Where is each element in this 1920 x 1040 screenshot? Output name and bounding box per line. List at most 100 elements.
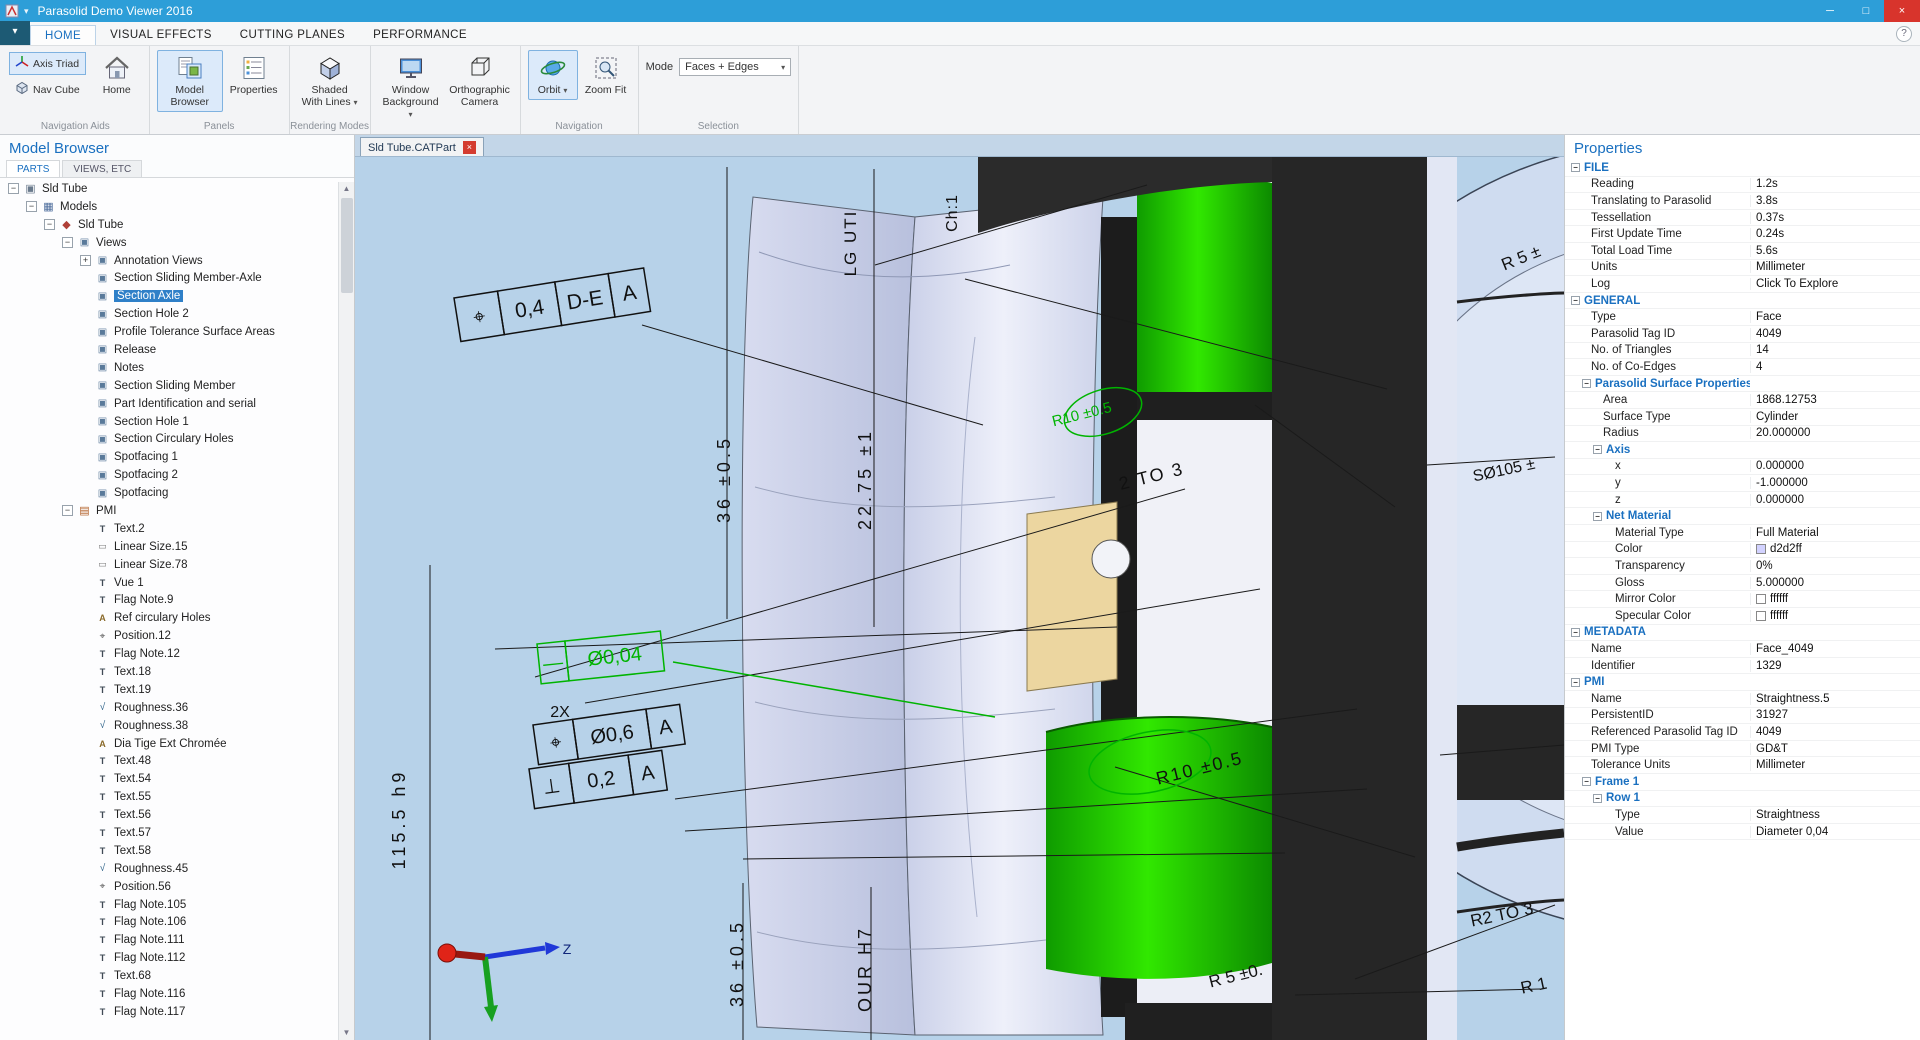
viewport-3d[interactable]: Sld Tube.CATPart × [355,135,1564,1040]
highlighted-face-green-top[interactable] [1137,177,1272,392]
tree-item-flag-note-106[interactable]: TFlag Note.106 [4,914,338,932]
browser-tab-views-etc[interactable]: VIEWS, ETC [62,160,142,177]
tree-item-flag-note-112[interactable]: TFlag Note.112 [4,949,338,967]
property-row-parasolid-tag-id[interactable]: Parasolid Tag ID4049 [1565,326,1920,343]
property-row-mirror-color[interactable]: Mirror Colorffffff [1565,591,1920,608]
orthographic-camera-button[interactable]: Orthographic Camera [447,50,513,112]
axis-triad-button[interactable]: Axis Triad [9,52,86,75]
tree-item-flag-note-116[interactable]: TFlag Note.116 [4,985,338,1003]
close-button[interactable]: × [1884,0,1920,22]
property-row-type[interactable]: TypeFace [1565,309,1920,326]
orbit-button[interactable]: Orbit ▾ [528,50,578,100]
scrollbar-thumb[interactable] [341,198,353,293]
expander-minus-icon[interactable]: − [1571,296,1580,305]
expander-minus-icon[interactable]: − [26,201,37,212]
tree-item-linear-size-78[interactable]: ▭Linear Size.78 [4,556,338,574]
tree-item-linear-size-15[interactable]: ▭Linear Size.15 [4,538,338,556]
tree-item-position-12[interactable]: ⌖Position.12 [4,627,338,645]
tree-item-part-identification-and-serial[interactable]: ▣Part Identification and serial [4,395,338,413]
expander-minus-icon[interactable]: − [8,183,19,194]
scroll-up-icon[interactable]: ▲ [343,182,351,196]
property-row-transparency[interactable]: Transparency0% [1565,558,1920,575]
expander-minus-icon[interactable]: − [1582,777,1591,786]
selection-mode-select[interactable]: Faces + Edges▾ [679,58,791,76]
shaded-with-lines-button[interactable]: Shaded With Lines ▾ [297,50,363,112]
tree-item-roughness-45[interactable]: √Roughness.45 [4,860,338,878]
property-row-identifier[interactable]: Identifier1329 [1565,658,1920,675]
expander-minus-icon[interactable]: − [1571,163,1580,172]
expander-minus-icon[interactable]: − [1571,678,1580,687]
tree-item-spotfacing-1[interactable]: ▣Spotfacing 1 [4,448,338,466]
expander-minus-icon[interactable]: − [62,237,73,248]
property-row-name[interactable]: NameFace_4049 [1565,641,1920,658]
tree-item-section-sliding-member-axle[interactable]: ▣Section Sliding Member-Axle [4,269,338,287]
tree-item-section-sliding-member[interactable]: ▣Section Sliding Member [4,377,338,395]
property-row-specular-color[interactable]: Specular Colorffffff [1565,608,1920,625]
tree-item-text-56[interactable]: TText.56 [4,806,338,824]
tree-item-section-hole-1[interactable]: ▣Section Hole 1 [4,413,338,431]
property-row-referenced-parasolid-tag-id[interactable]: Referenced Parasolid Tag ID4049 [1565,724,1920,741]
pmi-annotation[interactable]: OUR H7 [855,926,875,1012]
tree-item-annotation-views[interactable]: +▣Annotation Views [4,252,338,270]
expander-minus-icon[interactable]: − [44,219,55,230]
app-menu-button[interactable]: ▾ [0,21,30,45]
property-row-radius[interactable]: Radius20.000000 [1565,426,1920,443]
minimize-button[interactable]: ─ [1812,0,1848,22]
document-tab[interactable]: Sld Tube.CATPart × [360,137,484,156]
tree-item-profile-tolerance-surface-areas[interactable]: ▣Profile Tolerance Surface Areas [4,323,338,341]
property-row-y[interactable]: y-1.000000 [1565,475,1920,492]
tree-item-dia-tige-ext-chrom-e[interactable]: ADia Tige Ext Chromée [4,735,338,753]
property-row-translating-to-parasolid[interactable]: Translating to Parasolid3.8s [1565,193,1920,210]
property-row-x[interactable]: x0.000000 [1565,459,1920,476]
window-background-button[interactable]: Window Background ▾ [378,50,444,124]
tree-item-sld-tube[interactable]: −◆Sld Tube [4,216,338,234]
expander-minus-icon[interactable]: − [1571,628,1580,637]
property-row-type[interactable]: TypeStraightness [1565,807,1920,824]
ribbon-tab-home[interactable]: HOME [30,25,96,45]
property-section-net-material[interactable]: −Net Material [1565,508,1920,525]
ribbon-tab-cutting-planes[interactable]: CUTTING PLANES [226,25,359,45]
property-section-axis[interactable]: −Axis [1565,442,1920,459]
property-section-file[interactable]: −FILE [1565,160,1920,177]
property-section-metadata[interactable]: −METADATA [1565,625,1920,642]
expander-minus-icon[interactable]: − [62,505,73,516]
tree-item-text-58[interactable]: TText.58 [4,842,338,860]
property-row-value[interactable]: ValueDiameter 0,04 [1565,824,1920,841]
pmi-annotation[interactable]: LG UTI [841,210,860,277]
tree-item-sld-tube[interactable]: −▣Sld Tube [4,180,338,198]
property-row-material-type[interactable]: Material TypeFull Material [1565,525,1920,542]
home-button[interactable]: Home [92,50,142,100]
properties-button[interactable]: Properties [226,50,282,100]
property-row-no-of-triangles[interactable]: No. of Triangles14 [1565,343,1920,360]
tree-item-vue-1[interactable]: TVue 1 [4,574,338,592]
property-row-area[interactable]: Area1868.12753 [1565,392,1920,409]
pmi-annotation[interactable]: 115.5 h9 [389,769,409,870]
property-row-first-update-time[interactable]: First Update Time0.24s [1565,226,1920,243]
property-section-pmi[interactable]: −PMI [1565,674,1920,691]
property-row-tolerance-units[interactable]: Tolerance UnitsMillimeter [1565,757,1920,774]
expander-minus-icon[interactable]: − [1593,794,1602,803]
tree-item-roughness-38[interactable]: √Roughness.38 [4,717,338,735]
cad-scene[interactable]: LG UTICh:122.75 ±136 ±0.5R10 ±0.52 TO 3R… [355,157,1564,1040]
expander-minus-icon[interactable]: − [1593,512,1602,521]
property-row-gloss[interactable]: Gloss5.000000 [1565,575,1920,592]
property-row-units[interactable]: UnitsMillimeter [1565,260,1920,277]
tree-item-roughness-36[interactable]: √Roughness.36 [4,699,338,717]
zoom-fit-button[interactable]: Zoom Fit [581,50,631,100]
tree-item-spotfacing-2[interactable]: ▣Spotfacing 2 [4,466,338,484]
property-row-pmi-type[interactable]: PMI TypeGD&T [1565,741,1920,758]
tree-item-notes[interactable]: ▣Notes [4,359,338,377]
tree-item-section-hole-2[interactable]: ▣Section Hole 2 [4,305,338,323]
property-section-row-1[interactable]: −Row 1 [1565,791,1920,808]
help-icon[interactable]: ? [1896,26,1912,42]
tree-item-flag-note-12[interactable]: TFlag Note.12 [4,645,338,663]
tree-item-text-57[interactable]: TText.57 [4,824,338,842]
tree-item-views[interactable]: −▣Views [4,234,338,252]
nav-cube-button[interactable]: Nav Cube [9,78,86,101]
property-section-general[interactable]: −GENERAL [1565,293,1920,310]
tree-item-release[interactable]: ▣Release [4,341,338,359]
property-row-log[interactable]: LogClick To Explore [1565,276,1920,293]
scroll-down-icon[interactable]: ▼ [343,1026,351,1040]
pmi-annotation[interactable]: 36 ±0.5 [727,919,747,1007]
tree-item-text-55[interactable]: TText.55 [4,788,338,806]
